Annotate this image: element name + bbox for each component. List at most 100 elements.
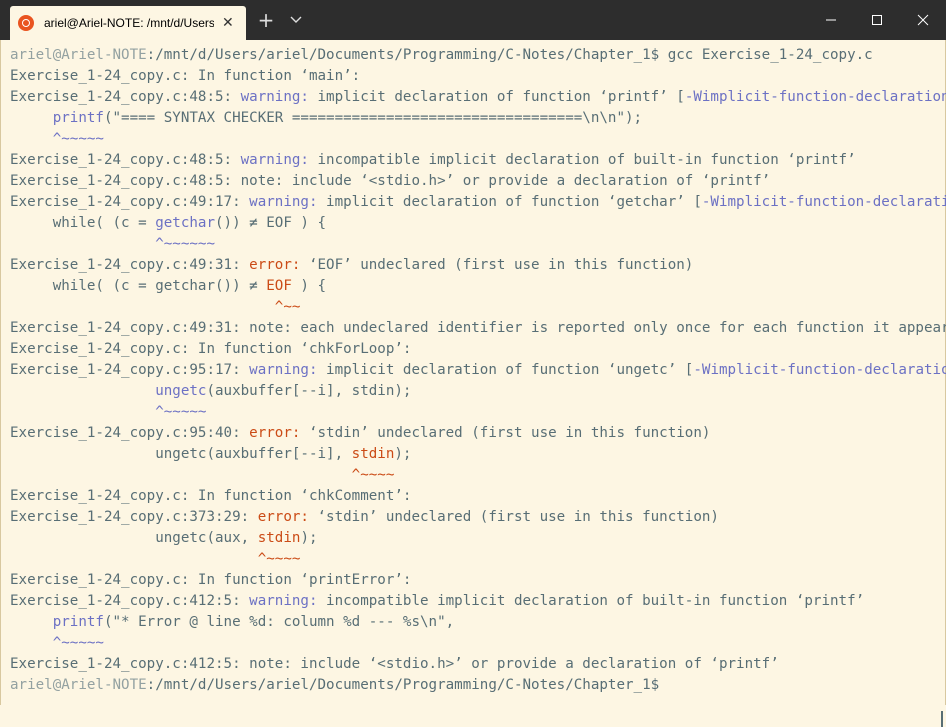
terminal-text-segment: Exercise_1-24_copy.c:95:40: <box>10 425 250 441</box>
maximize-button[interactable] <box>854 0 900 40</box>
terminal-text-segment: incompatible implicit declaration of bui… <box>317 593 865 609</box>
terminal-line: ariel@Ariel-NOTE:/mnt/d/Users/ariel/Docu… <box>10 45 946 66</box>
terminal-text-segment: Exercise_1-24_copy.c:49:17: <box>10 194 250 210</box>
tab-close-button[interactable]: ✕ <box>222 15 234 31</box>
terminal-text-segment: stdin <box>257 530 301 546</box>
terminal-text-segment: Exercise_1-24_copy.c:49:31: note: each u… <box>10 320 946 336</box>
terminal-text-segment: ungetc <box>155 383 207 399</box>
terminal-line: Exercise_1-24_copy.c:49:31: note: each u… <box>10 318 946 339</box>
terminal-output[interactable]: ariel@Ariel-NOTE:/mnt/d/Users/ariel/Docu… <box>0 40 946 727</box>
terminal-text-segment: ()) ≠ EOF ) { <box>215 215 327 231</box>
terminal-text-segment: :/mnt/d/Users/ariel/Documents/Programmin… <box>146 47 873 63</box>
terminal-text-segment: Exercise_1-24_copy.c: In function ‘main’… <box>10 68 361 84</box>
terminal-text-segment: Exercise_1-24_copy.c:48:5: <box>10 152 241 168</box>
minimize-button[interactable] <box>808 0 854 40</box>
terminal-line: Exercise_1-24_copy.c:49:31: error: ‘EOF’… <box>10 255 946 276</box>
tab-title: ariel@Ariel-NOTE: /mnt/d/Users <box>44 16 214 30</box>
close-window-button[interactable] <box>900 0 946 40</box>
terminal-text-segment: -Wimplicit-function-declaration <box>684 89 946 105</box>
terminal-text-segment: Exercise_1-24_copy.c: In function ‘chkFo… <box>10 341 412 357</box>
terminal-line: ungetc(aux, stdin); <box>10 528 946 549</box>
maximize-icon <box>872 15 882 25</box>
ubuntu-icon <box>18 15 34 31</box>
terminal-text-segment: ^~~ <box>274 299 301 315</box>
terminal-text-segment: EOF <box>266 278 292 294</box>
terminal-line: Exercise_1-24_copy.c:49:17: warning: imp… <box>10 192 946 213</box>
terminal-text-segment: ) { <box>291 278 327 294</box>
terminal-text-segment: implicit declaration of function ‘getcha… <box>317 194 702 210</box>
terminal-text-segment: warning: <box>249 194 318 210</box>
terminal-text-segment: error: <box>257 509 309 525</box>
terminal-line: ungetc(auxbuffer[--i], stdin); <box>10 444 946 465</box>
terminal-text-segment: Exercise_1-24_copy.c:373:29: <box>10 509 258 525</box>
terminal-text-segment: Exercise_1-24_copy.c: In function ‘chkCo… <box>10 488 412 504</box>
terminal-text-segment: ‘stdin’ undeclared (first use in this fu… <box>308 509 719 525</box>
terminal-text-segment: incompatible implicit declaration of bui… <box>308 152 856 168</box>
terminal-text-segment: -Wimplicit-function-declaration <box>693 362 946 378</box>
terminal-text-segment: warning: <box>249 362 318 378</box>
terminal-text-segment: ^~~~~~ <box>155 404 207 420</box>
terminal-text-segment: ariel@Ariel-NOTE <box>10 677 147 693</box>
terminal-text-segment: ^~~~~~~ <box>155 236 216 252</box>
terminal-text-segment: ("* Error @ line %d: column %d --- %s\n"… <box>103 614 455 630</box>
terminal-text-segment: ); <box>300 530 318 546</box>
terminal-text-segment: Exercise_1-24_copy.c:48:5: <box>10 89 241 105</box>
terminal-lines: ariel@Ariel-NOTE:/mnt/d/Users/ariel/Docu… <box>10 45 946 696</box>
terminal-text-segment: error: <box>249 257 301 273</box>
terminal-text-segment: getchar <box>155 215 216 231</box>
terminal-text-segment: (auxbuffer[--i], stdin); <box>206 383 412 399</box>
terminal-text-segment: warning: <box>240 89 309 105</box>
close-icon <box>917 14 929 26</box>
terminal-line: Exercise_1-24_copy.c:412:5: note: includ… <box>10 654 946 675</box>
terminal-text-segment: warning: <box>249 593 318 609</box>
terminal-line: Exercise_1-24_copy.c:48:5: warning: inco… <box>10 150 946 171</box>
terminal-line: Exercise_1-24_copy.c:412:5: warning: inc… <box>10 591 946 612</box>
terminal-line: printf("==== SYNTAX CHECKER ============… <box>10 108 946 129</box>
terminal-text-segment: error: <box>249 425 301 441</box>
terminal-text-segment: ); <box>394 446 412 462</box>
terminal-text-segment: ungetc(auxbuffer[--i], <box>10 446 352 462</box>
terminal-line: ^~~~~~ <box>10 129 946 150</box>
terminal-line: ^~~~~~ <box>10 633 946 654</box>
title-bar: ariel@Ariel-NOTE: /mnt/d/Users ✕ + <box>0 0 946 40</box>
terminal-text-segment: Exercise_1-24_copy.c:49:31: <box>10 257 250 273</box>
terminal-line: ^~~~~ <box>10 549 946 570</box>
terminal-text-segment: ^~~~~ <box>351 467 395 483</box>
terminal-text-segment: implicit declaration of function ‘ungetc… <box>317 362 694 378</box>
terminal-line: Exercise_1-24_copy.c: In function ‘main’… <box>10 66 946 87</box>
text-cursor <box>941 711 943 727</box>
terminal-line: Exercise_1-24_copy.c:373:29: error: ‘std… <box>10 507 946 528</box>
chevron-down-icon[interactable] <box>289 10 305 30</box>
terminal-text-segment: while( (c = <box>10 215 156 231</box>
terminal-line: Exercise_1-24_copy.c: In function ‘print… <box>10 570 946 591</box>
terminal-text-segment: ‘EOF’ undeclared (first use in this func… <box>300 257 694 273</box>
terminal-line: Exercise_1-24_copy.c:48:5: warning: impl… <box>10 87 946 108</box>
terminal-text-segment: while( (c = getchar()) ≠ <box>10 278 267 294</box>
terminal-text-segment: warning: <box>240 152 309 168</box>
terminal-line: ^~~~~~ <box>10 402 946 423</box>
terminal-line: while( (c = getchar()) ≠ EOF ) { <box>10 276 946 297</box>
terminal-text-segment: printf <box>52 614 104 630</box>
terminal-text-segment: Exercise_1-24_copy.c:95:17: <box>10 362 250 378</box>
terminal-text-segment: implicit declaration of function ‘printf… <box>308 89 685 105</box>
terminal-text-segment: :/mnt/d/Users/ariel/Documents/Programmin… <box>146 677 660 693</box>
new-tab-button[interactable]: + <box>256 10 276 30</box>
terminal-line: ^~~ <box>10 297 946 318</box>
terminal-line: printf("* Error @ line %d: column %d ---… <box>10 612 946 633</box>
terminal-tab[interactable]: ariel@Ariel-NOTE: /mnt/d/Users ✕ <box>10 6 246 40</box>
terminal-text-segment: ^~~~~ <box>257 551 301 567</box>
terminal-text-segment: ^~~~~~ <box>52 131 104 147</box>
terminal-text-segment: ("==== SYNTAX CHECKER ==================… <box>103 110 643 126</box>
terminal-text-segment: stdin <box>351 446 395 462</box>
terminal-line: Exercise_1-24_copy.c: In function ‘chkFo… <box>10 339 946 360</box>
minimize-icon <box>826 19 836 21</box>
terminal-line: while( (c = getchar()) ≠ EOF ) { <box>10 213 946 234</box>
